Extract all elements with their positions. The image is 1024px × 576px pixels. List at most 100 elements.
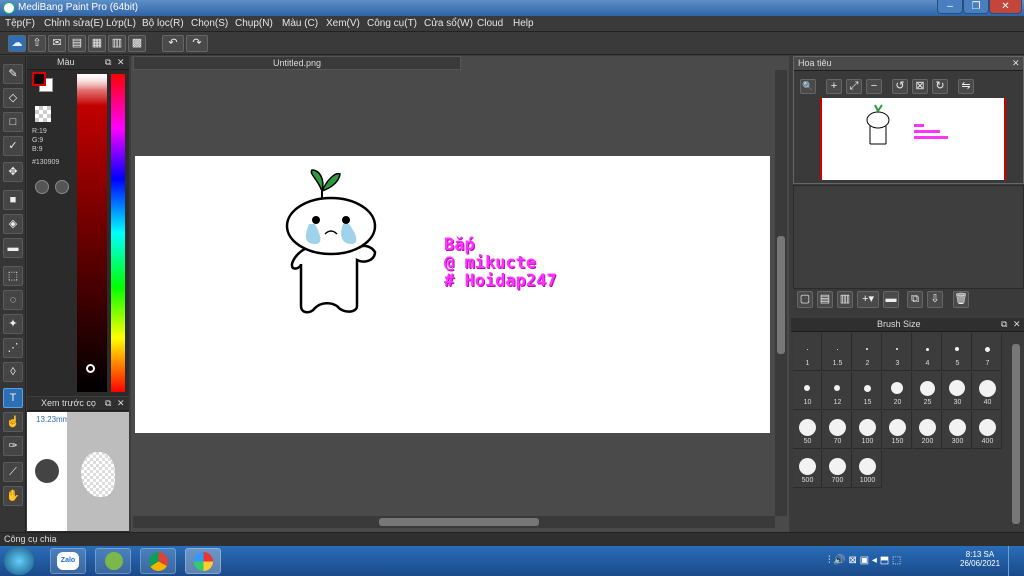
brush-size-cell[interactable]: 1 — [793, 333, 822, 371]
select-pen-icon[interactable]: ⋰ — [3, 338, 23, 358]
vertical-scroll-thumb[interactable] — [777, 236, 785, 354]
dot-tool-icon[interactable]: □ — [3, 112, 23, 132]
eraser-tool-icon[interactable]: ◇ — [3, 88, 23, 108]
menu-help[interactable]: Help — [513, 18, 534, 29]
close-icon[interactable]: ✕ — [117, 56, 125, 69]
brush-size-cell[interactable]: 100 — [853, 411, 882, 449]
brush-size-cell[interactable]: 500 — [793, 450, 822, 488]
brush-size-cell[interactable]: 20 — [883, 372, 912, 410]
menu-file[interactable]: Tệp(F) — [5, 18, 35, 29]
menu-edit[interactable]: Chỉnh sửa(E) — [44, 18, 104, 29]
drawing-canvas[interactable]: Bắp @ mikucte # Hoidap247 — [135, 156, 770, 433]
brush-size-cell[interactable]: 300 — [943, 411, 972, 449]
palette-settings-icon[interactable] — [55, 180, 69, 194]
magic-wand-icon[interactable]: ✦ — [3, 314, 23, 334]
dropper-tool-icon[interactable]: ⟋ — [3, 462, 23, 482]
undock-icon[interactable]: ⧉ — [105, 397, 111, 410]
upload-icon[interactable]: ⇧ — [28, 35, 46, 52]
text-tool-icon[interactable]: T — [3, 388, 23, 408]
brush-size-cell[interactable]: 2 — [853, 333, 882, 371]
lasso-tool-icon[interactable]: ◌ — [3, 290, 23, 310]
brush-size-cell[interactable]: 5 — [943, 333, 972, 371]
eyedropper-tool-icon[interactable]: ✑ — [3, 436, 23, 456]
rotate-right-icon[interactable]: ↻ — [932, 79, 948, 94]
brush-size-cell[interactable]: 70 — [823, 411, 852, 449]
brush-tool-icon[interactable]: ✎ — [3, 64, 23, 84]
brush-size-cell[interactable]: 12 — [823, 372, 852, 410]
new-8bit-layer-icon[interactable]: ▥ — [837, 291, 853, 308]
merge-layer-icon[interactable]: ⇩ — [927, 291, 943, 308]
brush-size-cell[interactable]: 700 — [823, 450, 852, 488]
fill-tool-icon[interactable]: ◈ — [3, 214, 23, 234]
document-tab[interactable]: Untitled.png — [133, 56, 461, 70]
new-layer-icon[interactable]: ▢ — [797, 291, 813, 308]
menu-layer[interactable]: Lớp(L) — [106, 18, 136, 29]
tiles-icon[interactable]: ▩ — [128, 35, 146, 52]
menu-window[interactable]: Cửa sổ(W) — [424, 18, 473, 29]
select-tool-icon[interactable]: ⬚ — [3, 266, 23, 286]
palette-icon[interactable] — [35, 180, 49, 194]
menu-filter[interactable]: Bộ lọc(R) — [142, 18, 184, 29]
brush-size-cell[interactable]: 200 — [913, 411, 942, 449]
horizontal-scroll-thumb[interactable] — [379, 518, 539, 526]
close-icon[interactable]: ✕ — [1013, 318, 1021, 331]
reset-rotation-icon[interactable]: ⊠ — [912, 79, 928, 94]
layer-list[interactable] — [793, 185, 1024, 289]
maximize-button[interactable]: ❐ — [963, 0, 989, 14]
menu-tools[interactable]: Công cụ(T) — [367, 18, 417, 29]
close-icon[interactable]: ✕ — [117, 397, 125, 410]
brush-size-cell[interactable]: 25 — [913, 372, 942, 410]
cloud-icon[interactable]: ☁ — [8, 35, 26, 52]
brush-size-cell[interactable]: 1.5 — [823, 333, 852, 371]
brush-size-cell[interactable]: 150 — [883, 411, 912, 449]
shape-tool-icon[interactable]: ■ — [3, 190, 23, 210]
undock-icon[interactable]: ⧉ — [1001, 318, 1007, 331]
zoom-search-icon[interactable]: 🔍 — [800, 79, 816, 94]
hand-tool-icon[interactable]: ✋ — [3, 486, 23, 506]
brush-size-cell[interactable]: 40 — [973, 372, 1002, 410]
close-icon[interactable]: ✕ — [1012, 57, 1020, 70]
new-file-icon[interactable]: ▤ — [68, 35, 86, 52]
menu-cloud[interactable]: Cloud — [477, 18, 503, 29]
menu-select[interactable]: Chọn(S) — [191, 18, 228, 29]
navigator-thumbnail[interactable] — [820, 98, 1006, 180]
operation-tool-icon[interactable]: ☝ — [3, 412, 23, 432]
brush-size-cell[interactable]: 10 — [793, 372, 822, 410]
folder-icon[interactable]: ▬ — [883, 291, 899, 308]
horizontal-scrollbar[interactable] — [133, 516, 775, 528]
zoom-in-icon[interactable]: + — [826, 79, 842, 94]
menu-view[interactable]: Xem(V) — [326, 18, 360, 29]
brush-size-scrollbar[interactable] — [1010, 334, 1022, 532]
clock[interactable]: 8:13 SA 26/06/2021 — [960, 550, 1000, 568]
zoom-out-icon[interactable]: − — [866, 79, 882, 94]
transparent-color-swatch[interactable] — [35, 106, 51, 122]
brush-size-cell[interactable]: 3 — [883, 333, 912, 371]
brush-size-cell[interactable]: 400 — [973, 411, 1002, 449]
menu-capture[interactable]: Chụp(N) — [235, 18, 273, 29]
minimize-button[interactable]: – — [937, 0, 963, 14]
taskbar-medibang[interactable] — [185, 548, 221, 574]
add-layer-dropdown-icon[interactable]: +▾ — [857, 291, 879, 308]
comment-icon[interactable]: ✉ — [48, 35, 66, 52]
vertical-scrollbar[interactable] — [775, 70, 787, 516]
brush-size-cell[interactable]: 7 — [973, 333, 1002, 371]
grid-icon[interactable]: ▥ — [108, 35, 126, 52]
new-halftone-layer-icon[interactable]: ▤ — [817, 291, 833, 308]
fit-icon[interactable]: ⤢ — [846, 79, 862, 94]
brush-size-cell[interactable]: 15 — [853, 372, 882, 410]
start-button[interactable] — [4, 547, 34, 575]
brush-size-scroll-thumb[interactable] — [1012, 344, 1020, 524]
pen-tool-icon[interactable]: ✓ — [3, 136, 23, 156]
duplicate-layer-icon[interactable]: ⧉ — [907, 291, 923, 308]
flip-icon[interactable]: ⇋ — [958, 79, 974, 94]
taskbar-zalo-app[interactable]: Zalo — [50, 548, 86, 574]
menu-color[interactable]: Màu (C) — [282, 18, 318, 29]
move-tool-icon[interactable]: ✥ — [3, 162, 23, 182]
taskbar-app-2[interactable] — [95, 548, 131, 574]
taskbar-chrome[interactable] — [140, 548, 176, 574]
document-icon[interactable]: ▦ — [88, 35, 106, 52]
brush-size-cell[interactable]: 50 — [793, 411, 822, 449]
brush-size-cell[interactable]: 4 — [913, 333, 942, 371]
brightness-picker[interactable] — [77, 74, 107, 392]
redo-icon[interactable]: ↷ — [186, 35, 208, 52]
